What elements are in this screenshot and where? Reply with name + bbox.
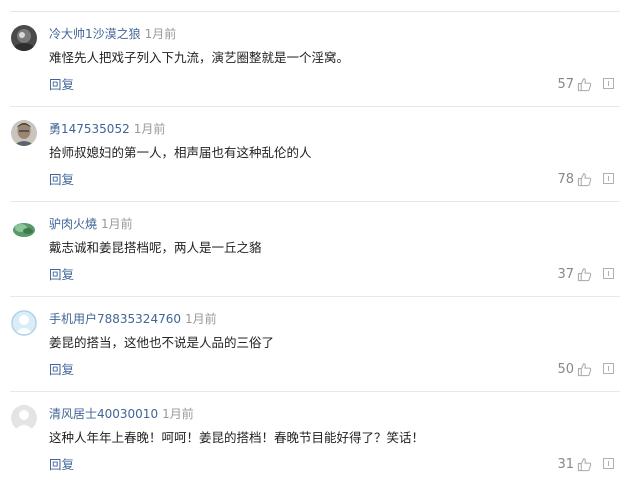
thumbs-up-icon [577,77,592,91]
like-count: 50 [557,361,574,377]
like-count: 37 [557,266,574,282]
comment-meta: 勇147535052 1月前 [49,121,165,137]
comment-meta: 驴肉火燒 1月前 [49,216,133,232]
comment-text: 姜昆的搭当，这他也不说是人品的三俗了 [49,335,275,350]
username[interactable]: 驴肉火燒 [49,217,97,231]
comment-item: 驴肉火燒 1月前 戴志诚和姜昆搭档呢，两人是一丘之貉 回复 37 [0,202,640,297]
user-avatar[interactable] [11,120,37,146]
report-icon[interactable] [603,268,614,279]
username[interactable]: 清风居士40030010 [49,407,158,421]
comment-text: 拾师叔媳妇的第一人，相声届也有这种乱伦的人 [49,145,312,160]
timestamp: 1月前 [184,312,217,326]
like-button[interactable]: 37 [557,265,592,283]
report-icon[interactable] [603,173,614,184]
report-icon[interactable] [603,363,614,374]
user-avatar[interactable] [11,215,37,241]
like-count: 31 [557,456,574,472]
reply-button[interactable]: 回复 [49,362,74,378]
comment-text: 戴志诚和姜昆搭档呢，两人是一丘之貉 [49,240,262,255]
report-icon[interactable] [603,78,614,89]
like-count: 57 [557,76,574,92]
comment-meta: 手机用户78835324760 1月前 [49,311,217,327]
timestamp: 1月前 [144,27,177,41]
reply-button[interactable]: 回复 [49,77,74,93]
user-avatar[interactable] [11,25,37,51]
username[interactable]: 冷大帅1沙漠之狼 [49,27,141,41]
reply-button[interactable]: 回复 [49,172,74,188]
user-avatar[interactable] [11,310,37,336]
comment-meta: 冷大帅1沙漠之狼 1月前 [49,26,176,42]
reply-button[interactable]: 回复 [49,457,74,473]
timestamp: 1月前 [101,217,133,231]
comment-item: 清风居士40030010 1月前 这种人年年上春晚！呵呵！姜昆的搭档！春晚节目能好… [0,392,640,487]
like-button[interactable]: 50 [557,360,592,378]
comment-item: 勇147535052 1月前 拾师叔媳妇的第一人，相声届也有这种乱伦的人 回复 7… [0,107,640,202]
user-avatar[interactable] [11,405,37,431]
report-icon[interactable] [603,458,614,469]
thumbs-up-icon [577,362,592,376]
thumbs-up-icon [577,267,592,281]
username[interactable]: 手机用户78835324760 [49,312,181,326]
like-count: 78 [557,171,574,187]
comment-item: 手机用户78835324760 1月前 姜昆的搭当，这他也不说是人品的三俗了 回复… [0,297,640,392]
username[interactable]: 勇147535052 [49,122,130,136]
like-button[interactable]: 78 [557,170,592,188]
comment-item: 冷大帅1沙漠之狼 1月前 难怪先人把戏子列入下九流，演艺圈整就是一个淫窝。 回复 … [0,12,640,107]
like-button[interactable]: 57 [557,75,592,93]
comment-text: 难怪先人把戏子列入下九流，演艺圈整就是一个淫窝。 [49,50,350,65]
comment-meta: 清风居士40030010 1月前 [49,406,194,422]
thumbs-up-icon [577,172,592,186]
thumbs-up-icon [577,457,592,471]
like-button[interactable]: 31 [557,455,592,473]
reply-button[interactable]: 回复 [49,267,74,283]
timestamp: 1月前 [162,407,194,421]
comment-text: 这种人年年上春晚！呵呵！姜昆的搭档！春晚节目能好得了？笑话！ [49,430,425,445]
timestamp: 1月前 [133,122,166,136]
